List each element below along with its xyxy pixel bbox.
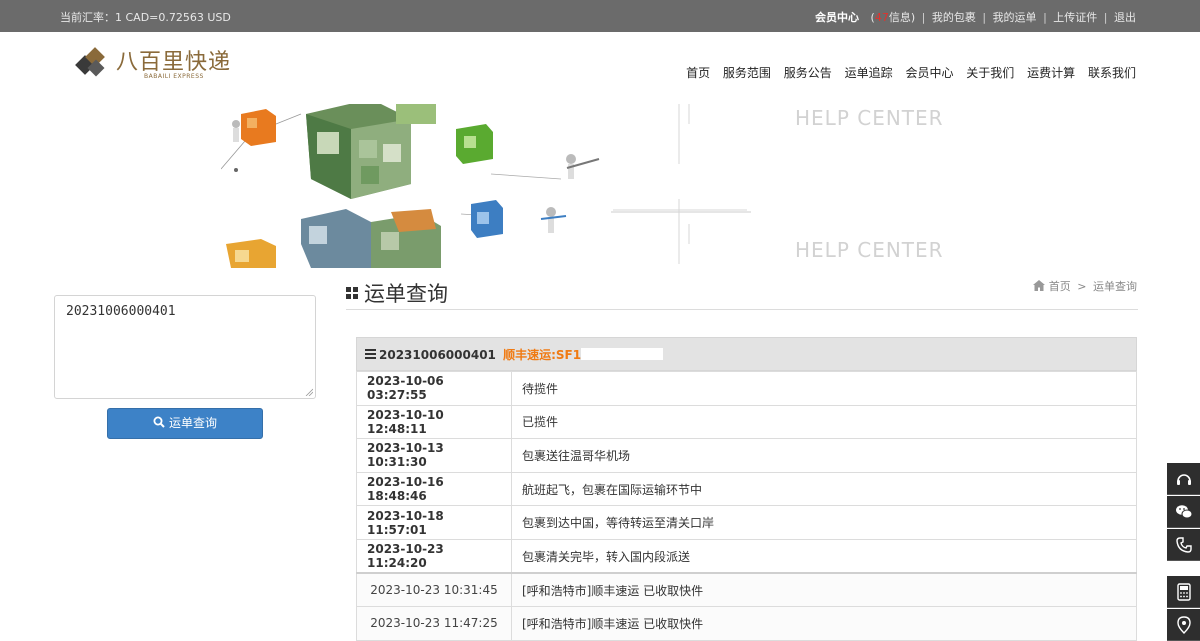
divider: | bbox=[1103, 11, 1108, 24]
logo-name: 八百里快递 bbox=[116, 50, 232, 75]
tracking-event-row: 2023-10-23 10:31:45 [呼和浩特市]顺丰速运 已收取快件 bbox=[356, 572, 1137, 608]
search-icon bbox=[153, 416, 165, 428]
account-links: 会员中心 (47信息) | 我的包裹 | 我的运单 | 上传证件 | 退出 bbox=[815, 9, 1136, 25]
tracking-header: 20231006000401 顺丰速运:SF1 bbox=[356, 337, 1137, 371]
event-description: [呼和浩特市]顺丰速运 已收取快件 bbox=[511, 572, 1137, 608]
divider: | bbox=[982, 11, 987, 24]
event-description: 已揽件 bbox=[511, 404, 1137, 440]
logo-subtitle: BABAILI EXPRESS bbox=[144, 73, 204, 80]
breadcrumb-separator: > bbox=[1077, 280, 1087, 293]
nav-member-center[interactable]: 会员中心 bbox=[905, 66, 953, 80]
search-button-label: 运单查询 bbox=[168, 416, 217, 430]
upload-id-link[interactable]: 上传证件 bbox=[1053, 11, 1097, 24]
nav-services[interactable]: 服务范围 bbox=[723, 66, 771, 80]
wechat-button[interactable] bbox=[1167, 496, 1200, 528]
event-description: 待揽件 bbox=[511, 371, 1137, 406]
location-button[interactable] bbox=[1167, 609, 1200, 641]
event-time: 2023-10-13 10:31:30 bbox=[356, 438, 512, 473]
event-description: 航班起飞，包裹在国际运输环节中 bbox=[511, 471, 1137, 507]
nav-contact[interactable]: 联系我们 bbox=[1088, 66, 1136, 80]
help-center-banner: HELP CENTER HELP CENTER bbox=[221, 104, 979, 268]
my-waybills-link[interactable]: 我的运单 bbox=[993, 11, 1037, 24]
location-icon bbox=[1177, 616, 1191, 634]
logo-mark-icon bbox=[75, 47, 105, 77]
event-time: 2023-10-18 11:57:01 bbox=[356, 505, 512, 540]
message-count[interactable]: 47 bbox=[875, 11, 889, 24]
member-center-link[interactable]: 会员中心 bbox=[815, 11, 859, 24]
page-title: 运单查询 bbox=[346, 278, 448, 308]
nav-home[interactable]: 首页 bbox=[686, 66, 710, 80]
tracking-number: 20231006000401 bbox=[379, 348, 496, 362]
tracking-event-row: 2023-10-23 11:47:25 [呼和浩特市]顺丰速运 已收取快件 bbox=[356, 606, 1137, 641]
event-time: 2023-10-23 11:47:25 bbox=[356, 606, 512, 641]
wechat-icon bbox=[1176, 505, 1193, 519]
breadcrumb-current: 运单查询 bbox=[1093, 280, 1137, 293]
tracking-event-row: 2023-10-13 10:31:30 包裹送往温哥华机场 bbox=[356, 438, 1137, 473]
nav-shipping-calc[interactable]: 运费计算 bbox=[1027, 66, 1075, 80]
nav-tracking[interactable]: 运单追踪 bbox=[845, 66, 893, 80]
help-center-heading-bottom: HELP CENTER bbox=[795, 238, 944, 262]
my-packages-link[interactable]: 我的包裹 bbox=[932, 11, 976, 24]
track-search-button[interactable]: 运单查询 bbox=[107, 408, 263, 439]
carrier-number-partial: 1 bbox=[572, 348, 582, 362]
phone-icon bbox=[1176, 537, 1192, 553]
event-time: 2023-10-23 10:31:45 bbox=[356, 572, 512, 608]
phone-button[interactable] bbox=[1167, 529, 1200, 561]
messages-link[interactable]: 信息) bbox=[889, 11, 915, 24]
carrier-label: 顺丰速运:SF bbox=[503, 348, 573, 362]
tracking-number-value: 20231006000401 bbox=[66, 304, 176, 319]
title-divider bbox=[346, 309, 1138, 310]
list-icon bbox=[365, 349, 376, 359]
exchange-rate: 当前汇率：1 CAD=0.72563 USD bbox=[60, 11, 231, 24]
event-time: 2023-10-23 11:24:20 bbox=[356, 538, 512, 574]
calculator-icon bbox=[1177, 583, 1191, 601]
tracking-events-table: 2023-10-06 03:27:55 待揽件 2023-10-10 12:48:1… bbox=[356, 371, 1137, 641]
tracking-event-row: 2023-10-16 18:48:46 航班起飞，包裹在国际运输环节中 bbox=[356, 471, 1137, 507]
divider: | bbox=[1043, 11, 1047, 24]
tracking-event-row: 2023-10-10 12:48:11 已揽件 bbox=[356, 404, 1137, 440]
customer-service-button[interactable] bbox=[1167, 463, 1200, 495]
nav-about[interactable]: 关于我们 bbox=[966, 66, 1014, 80]
breadcrumb-home[interactable]: 首页 bbox=[1049, 280, 1071, 293]
page-title-text: 运单查询 bbox=[364, 282, 448, 306]
headset-icon bbox=[1177, 474, 1191, 485]
home-icon bbox=[1032, 280, 1045, 291]
tracking-event-row: 2023-10-23 11:24:20 包裹清关完毕，转入国内段派送 bbox=[356, 538, 1137, 574]
grid-icon bbox=[346, 287, 358, 299]
redacted-block bbox=[581, 348, 664, 360]
resize-grip-icon[interactable] bbox=[305, 388, 313, 396]
event-time: 2023-10-10 12:48:11 bbox=[356, 404, 512, 440]
event-description: 包裹到达中国，等待转运至清关口岸 bbox=[511, 505, 1137, 540]
event-description: [呼和浩特市]顺丰速运 已收取快件 bbox=[511, 606, 1137, 641]
tracking-number-input[interactable]: 20231006000401 bbox=[54, 295, 316, 399]
nav-announcements[interactable]: 服务公告 bbox=[784, 66, 832, 80]
divider: | bbox=[921, 11, 926, 24]
tracking-event-row: 2023-10-18 11:57:01 包裹到达中国，等待转运至清关口岸 bbox=[356, 505, 1137, 540]
logout-link[interactable]: 退出 bbox=[1114, 11, 1136, 24]
event-time: 2023-10-06 03:27:55 bbox=[356, 371, 512, 406]
tracking-event-row: 2023-10-06 03:27:55 待揽件 bbox=[356, 371, 1137, 406]
site-logo[interactable]: 八百里快递 BABAILI EXPRESS bbox=[72, 42, 242, 86]
event-description: 包裹送往温哥华机场 bbox=[511, 438, 1137, 473]
event-description: 包裹清关完毕，转入国内段派送 bbox=[511, 538, 1137, 574]
top-bar: 当前汇率：1 CAD=0.72563 USD 会员中心 (47信息) | 我的包… bbox=[0, 0, 1200, 32]
event-time: 2023-10-16 18:48:46 bbox=[356, 471, 512, 507]
breadcrumb: 首页 > 运单查询 bbox=[1032, 278, 1137, 294]
calculator-button[interactable] bbox=[1167, 576, 1200, 608]
help-center-heading-top: HELP CENTER bbox=[795, 106, 944, 130]
main-nav: 首页 服务范围 服务公告 运单追踪 会员中心 关于我们 运费计算 联系我们 bbox=[677, 64, 1136, 81]
